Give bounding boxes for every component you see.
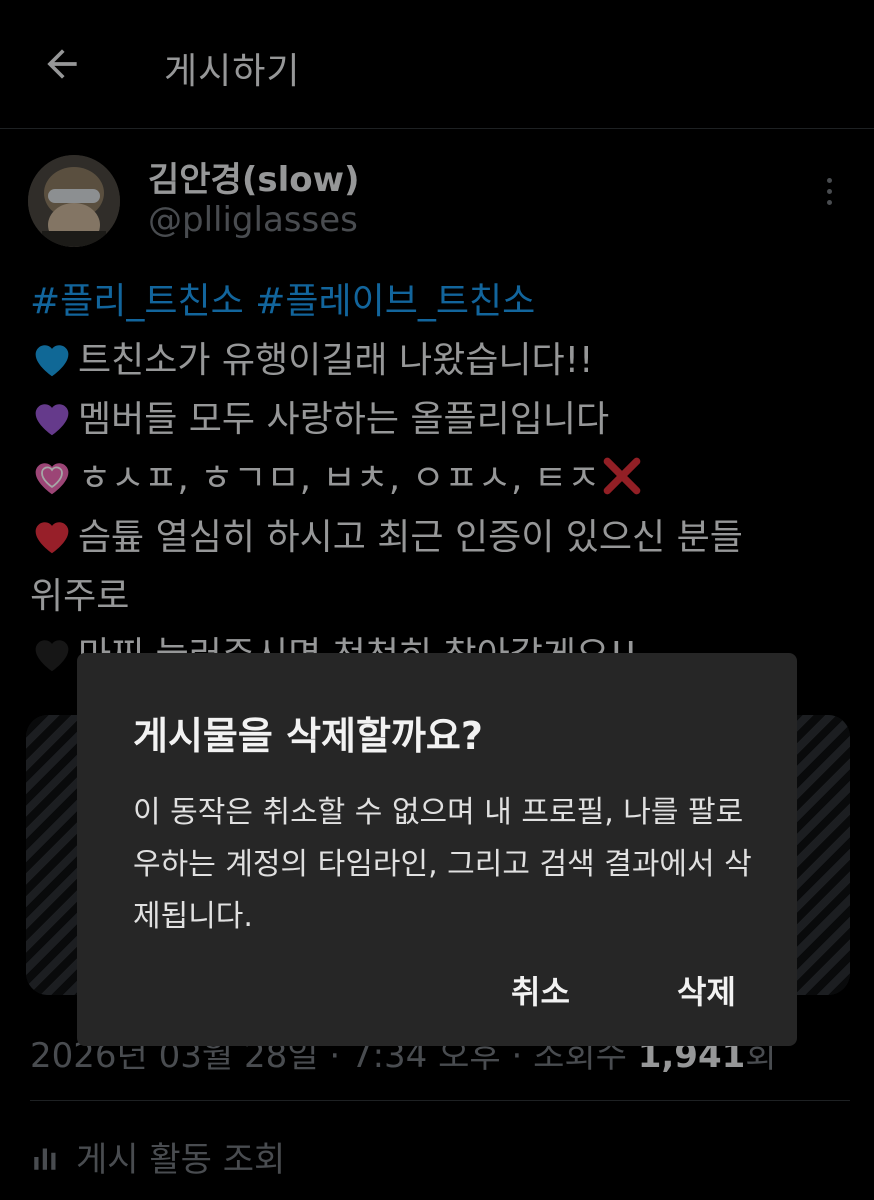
- delete-confirm-dialog: 게시물을 삭제할까요? 이 동작은 취소할 수 없으며 내 프로필, 나를 팔로…: [77, 653, 797, 1046]
- dialog-title: 게시물을 삭제할까요?: [133, 714, 483, 758]
- dialog-message: 이 동작은 취소할 수 없으며 내 프로필, 나를 팔로우하는 계정의 타임라인…: [133, 795, 752, 934]
- delete-button[interactable]: 삭제: [677, 967, 736, 1013]
- cancel-button[interactable]: 취소: [511, 967, 570, 1013]
